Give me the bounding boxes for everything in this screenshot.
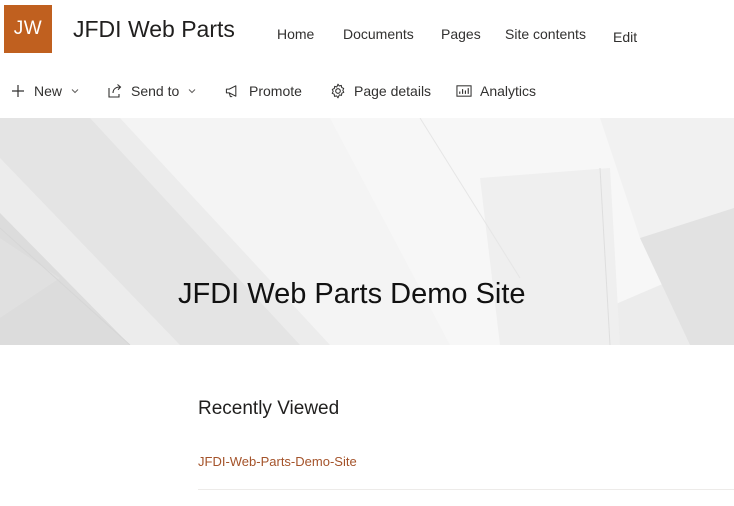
- nav-home[interactable]: Home: [277, 26, 314, 42]
- recent-item-link[interactable]: JFDI-Web-Parts-Demo-Site: [198, 454, 357, 469]
- nav-documents[interactable]: Documents: [343, 26, 414, 42]
- analytics-button[interactable]: Analytics: [456, 83, 536, 99]
- page-details-button-label: Page details: [354, 83, 432, 99]
- send-to-button[interactable]: Send to: [107, 83, 197, 99]
- megaphone-icon: [225, 83, 241, 99]
- divider: [198, 489, 734, 490]
- analytics-chart-icon: [456, 83, 472, 99]
- hero-title: JFDI Web Parts Demo Site: [178, 278, 526, 310]
- page-details-button[interactable]: Page details: [330, 83, 431, 99]
- hero-banner: JFDI Web Parts Demo Site: [0, 118, 734, 345]
- site-header: JW JFDI Web Parts Home Documents Pages S…: [0, 0, 734, 68]
- promote-button[interactable]: Promote: [225, 83, 302, 99]
- command-bar: New Send to Promote Page details Analyti…: [0, 74, 734, 112]
- share-icon: [107, 83, 123, 99]
- site-logo[interactable]: JW: [4, 5, 52, 53]
- new-button-label: New: [34, 83, 63, 99]
- nav-pages[interactable]: Pages: [441, 26, 481, 42]
- promote-button-label: Promote: [249, 83, 302, 99]
- recently-viewed-heading: Recently Viewed: [198, 398, 340, 419]
- chevron-down-icon: [187, 86, 197, 96]
- plus-icon: [10, 83, 26, 99]
- send-to-button-label: Send to: [131, 83, 180, 99]
- site-title[interactable]: JFDI Web Parts: [73, 16, 235, 43]
- chevron-down-icon: [70, 86, 80, 96]
- nav-site-contents[interactable]: Site contents: [505, 26, 586, 42]
- nav-edit-link[interactable]: Edit: [613, 29, 637, 45]
- analytics-button-label: Analytics: [480, 83, 537, 99]
- new-button[interactable]: New: [10, 83, 80, 99]
- gear-icon: [330, 83, 346, 99]
